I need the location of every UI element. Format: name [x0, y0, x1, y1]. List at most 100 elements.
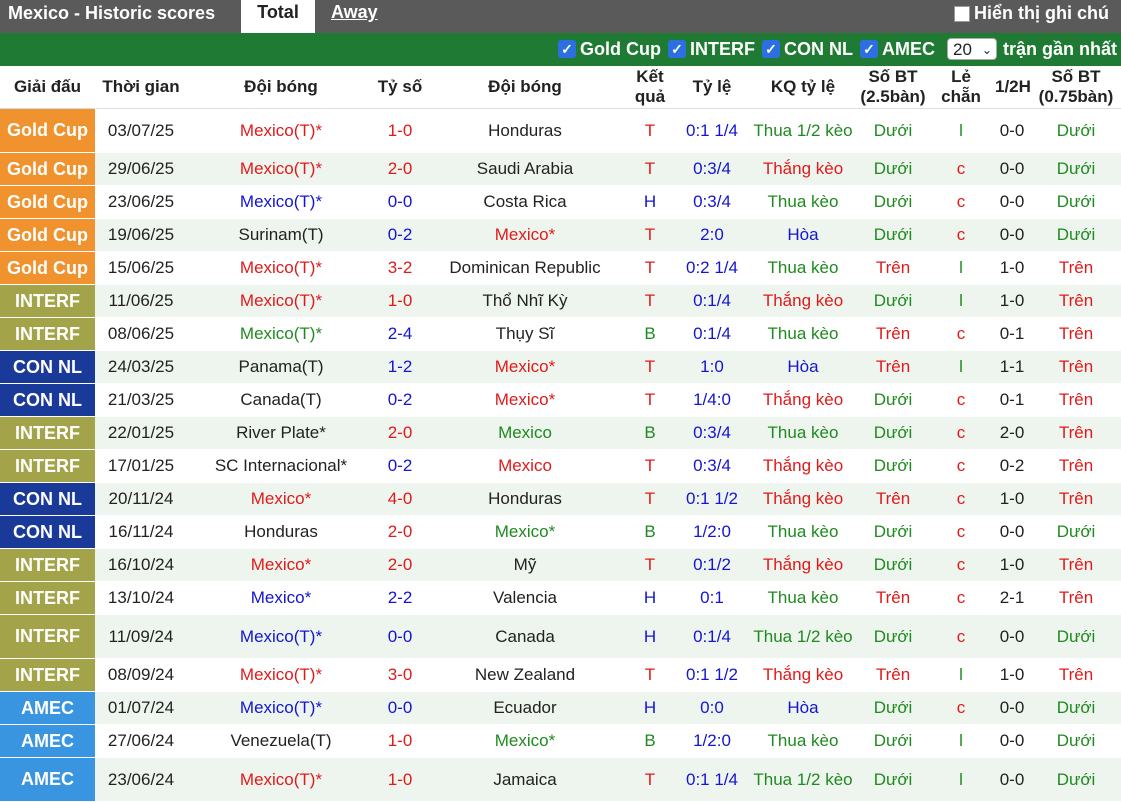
odds-cell: 0:1/4	[675, 614, 749, 659]
filter-con-nl[interactable]: ✓ CON NL	[761, 39, 853, 60]
tab-away[interactable]: Away	[331, 0, 378, 33]
away-team-cell[interactable]: Mexico*	[425, 350, 625, 384]
filter-gold-cup[interactable]: ✓ Gold Cup	[558, 39, 661, 60]
home-team-cell[interactable]: Venezuela(T)	[187, 724, 375, 758]
home-team-cell[interactable]: Honduras	[187, 515, 375, 549]
result-cell: H	[625, 691, 675, 725]
checkbox-checked-icon[interactable]: ✓	[859, 40, 878, 58]
away-team-cell[interactable]: Valencia	[425, 581, 625, 615]
checkbox-checked-icon[interactable]: ✓	[667, 40, 686, 58]
home-team-cell[interactable]: Mexico(T)*	[187, 317, 375, 351]
away-team-cell[interactable]: Costa Rica	[425, 185, 625, 219]
over-under-075-cell: Trên	[1031, 548, 1121, 582]
show-notes-checkbox[interactable]	[954, 5, 970, 22]
league-cell[interactable]: AMEC	[0, 757, 95, 802]
checkbox-checked-icon[interactable]: ✓	[761, 40, 780, 58]
league-cell[interactable]: AMEC	[0, 691, 95, 725]
home-team-cell[interactable]: Surinam(T)	[187, 218, 375, 252]
home-team-cell[interactable]: Mexico*	[187, 482, 375, 516]
away-team-cell[interactable]: Mexico*	[425, 724, 625, 758]
odd-even-cell: c	[929, 185, 993, 219]
home-team-cell[interactable]: Mexico*	[187, 581, 375, 615]
odds-cell: 0:1/2	[675, 548, 749, 582]
away-team-cell[interactable]: Honduras	[425, 108, 625, 153]
col-header: Lẻ chẵn	[929, 66, 993, 109]
checkbox-checked-icon[interactable]: ✓	[558, 40, 576, 58]
league-cell[interactable]: Gold Cup	[0, 251, 95, 285]
odd-even-cell: l	[929, 251, 993, 285]
away-team-cell[interactable]: Canada	[425, 614, 625, 659]
league-cell[interactable]: INTERF	[0, 548, 95, 582]
away-team-cell[interactable]: Mexico*	[425, 383, 625, 417]
result-cell: T	[625, 449, 675, 483]
home-team-cell[interactable]: Mexico(T)*	[187, 152, 375, 186]
home-team-cell[interactable]: Panama(T)	[187, 350, 375, 384]
league-cell[interactable]: INTERF	[0, 658, 95, 692]
odd-even-cell: l	[929, 284, 993, 318]
odds-result-cell: Thắng kèo	[749, 449, 857, 483]
home-team-cell[interactable]: Mexico(T)*	[187, 757, 375, 802]
tab-total[interactable]: Total	[241, 0, 315, 33]
table-row: AMEC 01/07/24 Mexico(T)* 0-0 Ecuador H 0:0 Hòa D…	[0, 691, 1121, 725]
home-team-cell[interactable]: SC Internacional*	[187, 449, 375, 483]
filter-interf[interactable]: ✓ INTERF	[667, 39, 755, 60]
league-cell[interactable]: Gold Cup	[0, 108, 95, 153]
league-cell[interactable]: CON NL	[0, 383, 95, 417]
over-under-075-cell: Dưới	[1031, 152, 1121, 186]
result-cell: T	[625, 108, 675, 153]
home-team-cell[interactable]: Mexico*	[187, 548, 375, 582]
league-cell[interactable]: Gold Cup	[0, 152, 95, 186]
league-cell[interactable]: AMEC	[0, 724, 95, 758]
away-team-cell[interactable]: New Zealand	[425, 658, 625, 692]
score-value: 1-2	[387, 357, 413, 376]
date-cell: 03/07/25	[95, 108, 187, 153]
league-cell[interactable]: Gold Cup	[0, 185, 95, 219]
away-team-cell[interactable]: Ecuador	[425, 691, 625, 725]
league-cell[interactable]: INTERF	[0, 317, 95, 351]
league-cell[interactable]: INTERF	[0, 449, 95, 483]
filter-amec[interactable]: ✓ AMEC	[859, 39, 935, 60]
table-row: INTERF 08/06/25 Mexico(T)* 2-4 Thụy Sĩ B 0:1/4…	[0, 317, 1121, 351]
league-cell[interactable]: INTERF	[0, 284, 95, 318]
away-team-cell[interactable]: Thụy Sĩ	[425, 317, 625, 351]
home-team-cell[interactable]: Mexico(T)*	[187, 108, 375, 153]
away-team-cell[interactable]: Dominican Republic	[425, 251, 625, 285]
match-count-select[interactable]: 20 ⌄	[946, 38, 997, 60]
home-team-cell[interactable]: River Plate*	[187, 416, 375, 450]
league-cell[interactable]: CON NL	[0, 350, 95, 384]
league-cell[interactable]: Gold Cup	[0, 218, 95, 252]
away-team-cell[interactable]: Thổ Nhĩ Kỳ	[425, 284, 625, 318]
away-team-cell[interactable]: Mexico*	[425, 218, 625, 252]
home-team-cell[interactable]: Mexico(T)*	[187, 658, 375, 692]
over-under-cell: Dưới	[857, 152, 929, 186]
away-team-cell[interactable]: Mexico	[425, 416, 625, 450]
away-team-cell[interactable]: Honduras	[425, 482, 625, 516]
league-cell[interactable]: CON NL	[0, 515, 95, 549]
over-under-075-cell: Dưới	[1031, 757, 1121, 802]
odd-even-cell: c	[929, 515, 993, 549]
away-team-cell[interactable]: Mỹ	[425, 548, 625, 582]
away-team-cell[interactable]: Jamaica	[425, 757, 625, 802]
home-team-cell[interactable]: Mexico(T)*	[187, 691, 375, 725]
league-cell[interactable]: INTERF	[0, 416, 95, 450]
home-team-cell[interactable]: Mexico(T)*	[187, 185, 375, 219]
league-cell[interactable]: CON NL	[0, 482, 95, 516]
score-cell: 2-0	[375, 416, 425, 450]
home-team-cell[interactable]: Mexico(T)*	[187, 284, 375, 318]
score-cell: 2-0	[375, 548, 425, 582]
half-time-cell: 0-0	[993, 185, 1031, 219]
away-team-cell[interactable]: Mexico	[425, 449, 625, 483]
league-cell[interactable]: INTERF	[0, 614, 95, 659]
home-team-cell[interactable]: Mexico(T)*	[187, 251, 375, 285]
half-time-cell: 0-1	[993, 317, 1031, 351]
score-cell: 3-0	[375, 658, 425, 692]
away-team-cell[interactable]: Mexico*	[425, 515, 625, 549]
home-team-cell[interactable]: Canada(T)	[187, 383, 375, 417]
header-bar: Mexico - Historic scores Total Away Hiển…	[0, 0, 1121, 33]
home-team-cell[interactable]: Mexico(T)*	[187, 614, 375, 659]
half-time-cell: 1-0	[993, 284, 1031, 318]
league-cell[interactable]: INTERF	[0, 581, 95, 615]
show-notes-toggle[interactable]: Hiển thị ghi chú	[954, 3, 1109, 24]
odd-even-cell: c	[929, 152, 993, 186]
away-team-cell[interactable]: Saudi Arabia	[425, 152, 625, 186]
